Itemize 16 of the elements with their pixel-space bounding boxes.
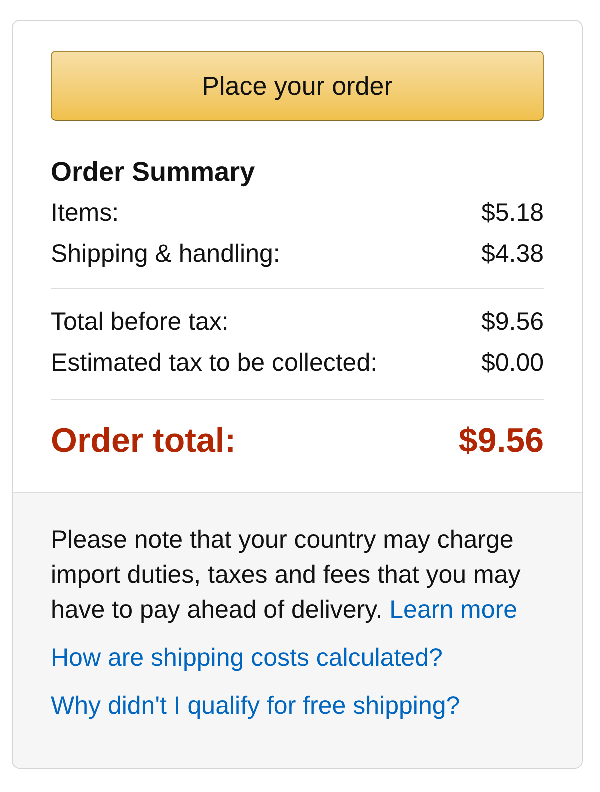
line-amount: $9.56 <box>481 306 544 338</box>
line-label: Shipping & handling: <box>51 238 280 270</box>
line-label: Items: <box>51 198 120 229</box>
order-total-amount: $9.56 <box>458 420 544 462</box>
summary-heading: Order Summary <box>51 156 256 189</box>
line-amount: $0.00 <box>481 348 544 379</box>
help-link[interactable]: How are shipping costs calculated? <box>51 644 443 672</box>
order-total-label: Order total: <box>51 420 236 462</box>
line-label: Estimated tax to be collected: <box>51 348 378 379</box>
line-label: Total before tax: <box>51 306 229 338</box>
learn-more-link[interactable]: Learn more <box>390 596 518 624</box>
help-link[interactable]: Why didn't I qualify for free shipping? <box>51 692 460 720</box>
place-order-button[interactable]: Place your order <box>51 51 544 121</box>
import-duties-notice: Please note that your country may charge import duties, taxes and fees that you may have to pay ahead of delivery. Learn more <box>51 525 522 626</box>
line-amount: $5.18 <box>481 198 544 229</box>
line-amount: $4.38 <box>481 238 544 270</box>
